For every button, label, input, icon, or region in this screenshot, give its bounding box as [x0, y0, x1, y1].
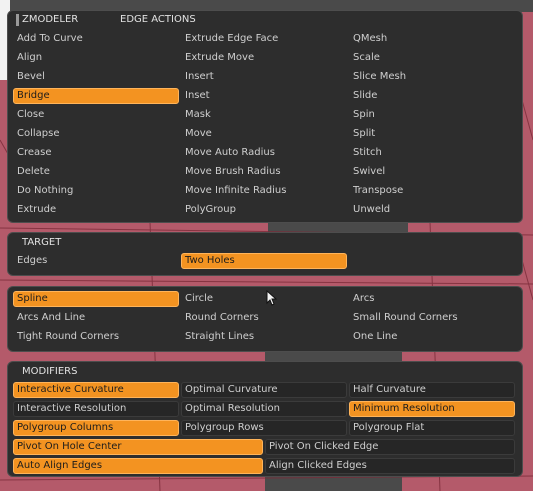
- action-close[interactable]: Close: [13, 107, 179, 123]
- target-edges[interactable]: Edges: [13, 253, 179, 269]
- target-title: TARGET: [22, 237, 62, 248]
- action-split[interactable]: Split: [349, 126, 515, 142]
- modifier-optimal-resolution[interactable]: Optimal Resolution: [181, 401, 347, 417]
- action-move-auto-radius[interactable]: Move Auto Radius: [181, 145, 347, 161]
- action-slice-mesh[interactable]: Slice Mesh: [349, 69, 515, 85]
- action-swivel[interactable]: Swivel: [349, 164, 515, 180]
- action-delete[interactable]: Delete: [13, 164, 179, 180]
- edge-actions-panel: ZMODELER EDGE ACTIONS Add To Curve Align B…: [7, 10, 523, 223]
- action-insert[interactable]: Insert: [181, 69, 347, 85]
- action-align[interactable]: Align: [13, 50, 179, 66]
- shape-panel: Spline Circle Arcs Arcs And Line Round Corne…: [7, 286, 523, 352]
- target-panel: TARGET Edges Two Holes: [7, 232, 523, 276]
- action-move-brush-radius[interactable]: Move Brush Radius: [181, 164, 347, 180]
- shape-spline[interactable]: Spline: [13, 291, 179, 307]
- modifier-polygroup-flat[interactable]: Polygroup Flat: [349, 420, 515, 436]
- action-do-nothing[interactable]: Do Nothing: [13, 183, 179, 199]
- modifier-half-curvature[interactable]: Half Curvature: [349, 382, 515, 398]
- action-move-infinite-radius[interactable]: Move Infinite Radius: [181, 183, 347, 199]
- shape-round-corners[interactable]: Round Corners: [181, 310, 347, 326]
- modifier-interactive-curvature[interactable]: Interactive Curvature: [13, 382, 179, 398]
- modifier-polygroup-columns[interactable]: Polygroup Columns: [13, 420, 179, 436]
- action-add-to-curve[interactable]: Add To Curve: [13, 31, 179, 47]
- action-qmesh[interactable]: QMesh: [349, 31, 515, 47]
- modifier-minimum-resolution[interactable]: Minimum Resolution: [349, 401, 515, 417]
- action-bridge[interactable]: Bridge: [13, 88, 179, 104]
- action-move[interactable]: Move: [181, 126, 347, 142]
- shape-circle[interactable]: Circle: [181, 291, 347, 307]
- shape-arcs[interactable]: Arcs: [349, 291, 515, 307]
- modifier-auto-align-edges[interactable]: Auto Align Edges: [13, 458, 263, 474]
- action-unweld[interactable]: Unweld: [349, 202, 515, 218]
- action-transpose[interactable]: Transpose: [349, 183, 515, 199]
- action-extrude-move[interactable]: Extrude Move: [181, 50, 347, 66]
- shape-tight-round-corners[interactable]: Tight Round Corners: [13, 329, 179, 345]
- shape-small-round-corners[interactable]: Small Round Corners: [349, 310, 515, 326]
- action-mask[interactable]: Mask: [181, 107, 347, 123]
- action-extrude-edge-face[interactable]: Extrude Edge Face: [181, 31, 347, 47]
- shape-one-line[interactable]: One Line: [349, 329, 515, 345]
- action-scale[interactable]: Scale: [349, 50, 515, 66]
- edge-actions-title: EDGE ACTIONS: [120, 14, 196, 25]
- action-spin[interactable]: Spin: [349, 107, 515, 123]
- target-two-holes[interactable]: Two Holes: [181, 253, 347, 269]
- action-inset[interactable]: Inset: [181, 88, 347, 104]
- action-collapse[interactable]: Collapse: [13, 126, 179, 142]
- action-polygroup[interactable]: PolyGroup: [181, 202, 347, 218]
- shape-arcs-and-line[interactable]: Arcs And Line: [13, 310, 179, 326]
- modifier-interactive-resolution[interactable]: Interactive Resolution: [13, 401, 179, 417]
- action-bevel[interactable]: Bevel: [13, 69, 179, 85]
- action-extrude[interactable]: Extrude: [13, 202, 179, 218]
- action-stitch[interactable]: Stitch: [349, 145, 515, 161]
- zmodeler-title: ZMODELER: [22, 14, 79, 25]
- mouse-cursor-icon: [266, 290, 278, 306]
- modifier-pivot-on-clicked-edge[interactable]: Pivot On Clicked Edge: [265, 439, 515, 455]
- action-crease[interactable]: Crease: [13, 145, 179, 161]
- modifier-align-clicked-edges[interactable]: Align Clicked Edges: [265, 458, 515, 474]
- shape-straight-lines[interactable]: Straight Lines: [181, 329, 347, 345]
- modifiers-panel: MODIFIERS Interactive Curvature Optimal C…: [7, 361, 523, 477]
- panel-grip[interactable]: [16, 14, 19, 26]
- modifiers-title: MODIFIERS: [22, 366, 78, 377]
- modifier-polygroup-rows[interactable]: Polygroup Rows: [181, 420, 347, 436]
- action-slide[interactable]: Slide: [349, 88, 515, 104]
- modifier-optimal-curvature[interactable]: Optimal Curvature: [181, 382, 347, 398]
- modifier-pivot-on-hole-center[interactable]: Pivot On Hole Center: [13, 439, 263, 455]
